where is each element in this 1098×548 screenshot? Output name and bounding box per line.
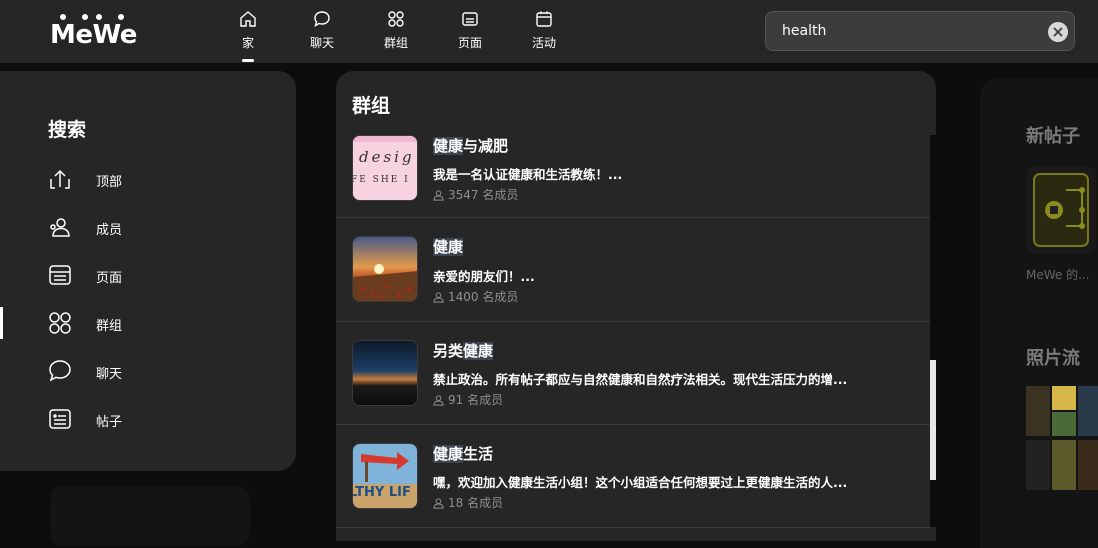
thumb-text: desig: [359, 148, 415, 166]
nav-pages[interactable]: 页面: [435, 0, 505, 63]
group-description: 我是一名认证健康和生活教练！...: [433, 167, 623, 182]
search-sidebar: 搜索 顶部 成员 页面 群组 聊天 帖子: [0, 71, 296, 471]
groups-results-panel: 群组 desig FE SHE I 健康与减肥 我是一名认证健康和生活教练！..…: [336, 71, 936, 541]
nav-groups-label: 群组: [383, 36, 408, 50]
groups-icon: [49, 312, 71, 334]
bottom-left-card: [50, 486, 250, 546]
nav-home-label: 家: [241, 36, 254, 50]
sidebar-item-pages[interactable]: 页面: [0, 255, 296, 295]
nav-groups[interactable]: 群组: [361, 0, 431, 63]
name-prefix: 另类: [433, 342, 464, 360]
calendar-icon: [536, 11, 552, 27]
list-item[interactable]: 健康 亲爱的朋友们！... 1400 名成员: [336, 219, 930, 322]
nav-chat[interactable]: 聊天: [287, 0, 357, 63]
results-title: 群组: [352, 95, 391, 117]
sidebar-item-label: 顶部: [96, 175, 123, 190]
svg-text:FE SHE I: FE SHE I: [353, 175, 410, 185]
members-icon: [50, 218, 70, 237]
group-thumbnail[interactable]: LTHY LIF: [352, 443, 418, 509]
thumb-text: LTHY LIF: [353, 485, 411, 500]
person-icon: [433, 190, 444, 201]
sidebar-item-label: 成员: [96, 223, 123, 238]
pages-icon: [49, 265, 71, 285]
list-item[interactable]: 另类健康 禁止政治。所有帖子都应与自然健康和自然疗法相关。现代生活压力的增...…: [336, 322, 930, 425]
right-panel: 新帖子 MeWe 的... 照片流: [980, 78, 1098, 548]
name-rest: 生活: [463, 445, 494, 463]
chat-icon: [49, 360, 71, 382]
group-name[interactable]: 另类健康: [433, 340, 494, 361]
name-highlight: 健康: [433, 238, 464, 256]
group-name[interactable]: 健康与减肥: [433, 135, 508, 156]
new-posts-title: 新帖子: [1026, 126, 1080, 147]
new-post-caption: MeWe 的...: [1026, 268, 1090, 282]
sidebar-item-members[interactable]: 成员: [0, 207, 296, 247]
group-members: 91 名成员: [433, 391, 503, 408]
list-item[interactable]: LTHY LIF 健康生活 嘿，欢迎加入健康生活小组！这个小组适合任何想要过上更…: [336, 425, 930, 528]
sidebar-item-groups[interactable]: 群组: [0, 303, 296, 343]
post-icon: [49, 409, 71, 429]
scrollbar-thumb[interactable]: [930, 360, 936, 480]
group-members: 18 名成员: [433, 494, 503, 511]
pages-icon: [462, 12, 478, 26]
groups-icon: [388, 11, 404, 27]
group-members: 3547 名成员: [433, 186, 518, 203]
logo-text: MeWe: [50, 20, 137, 50]
active-indicator: [0, 307, 3, 339]
person-icon: [433, 292, 444, 303]
close-circle-icon[interactable]: [1048, 22, 1068, 42]
sidebar-item-chat[interactable]: 聊天: [0, 351, 296, 391]
sidebar-title: 搜索: [48, 119, 87, 141]
group-description: 亲爱的朋友们！...: [433, 269, 535, 284]
group-name[interactable]: 健康: [433, 236, 464, 257]
group-thumbnail[interactable]: [352, 340, 418, 406]
results-list[interactable]: desig FE SHE I 健康与减肥 我是一名认证健康和生活教练！... 3…: [336, 135, 930, 541]
nav-events[interactable]: 活动: [509, 0, 579, 63]
top-bar: MeWe 家 聊天 群组 页面 活动: [0, 0, 1098, 63]
group-thumbnail[interactable]: desig FE SHE I: [352, 135, 418, 201]
chat-icon: [314, 11, 330, 27]
results-header: 群组: [336, 71, 936, 135]
group-name[interactable]: 健康生活: [433, 443, 493, 464]
person-icon: [433, 498, 444, 509]
group-description: 禁止政治。所有帖子都应与自然健康和自然疗法相关。现代生活压力的增...: [433, 372, 848, 387]
sidebar-item-label: 帖子: [96, 415, 123, 430]
person-icon: [433, 395, 444, 406]
name-highlight: 健康: [463, 342, 494, 360]
group-description: 嘿，欢迎加入健康生活小组！这个小组适合任何想要过上更健康生活的人...: [433, 475, 848, 490]
search-box: [765, 11, 1075, 51]
sidebar-item-label: 聊天: [96, 367, 123, 382]
name-highlight: 健康: [433, 137, 464, 155]
sidebar-item-label: 群组: [96, 319, 123, 334]
mewe-logo[interactable]: MeWe: [50, 12, 137, 52]
photo-stream-thumbnails[interactable]: [1026, 386, 1098, 490]
home-icon: [240, 11, 256, 27]
sidebar-item-label: 页面: [96, 271, 123, 286]
nav-chat-label: 聊天: [309, 36, 334, 50]
nav-active-indicator: [242, 59, 254, 62]
nav-home[interactable]: 家: [213, 0, 283, 63]
sidebar-item-posts[interactable]: 帖子: [0, 399, 296, 439]
nav-pages-label: 页面: [457, 36, 482, 50]
name-rest: 与减肥: [463, 137, 509, 155]
photo-stream-title: 照片流: [1026, 348, 1080, 369]
group-thumbnail[interactable]: [352, 236, 418, 302]
sidebar-item-top[interactable]: 顶部: [0, 159, 296, 199]
upload-arrow-icon: [50, 169, 70, 189]
new-post-thumbnail[interactable]: [1026, 166, 1096, 254]
group-members: 1400 名成员: [433, 288, 518, 305]
nav-events-label: 活动: [531, 36, 556, 50]
search-input[interactable]: [782, 20, 1032, 42]
list-item[interactable]: desig FE SHE I 健康与减肥 我是一名认证健康和生活教练！... 3…: [336, 135, 930, 218]
name-highlight: 健康: [433, 445, 464, 463]
